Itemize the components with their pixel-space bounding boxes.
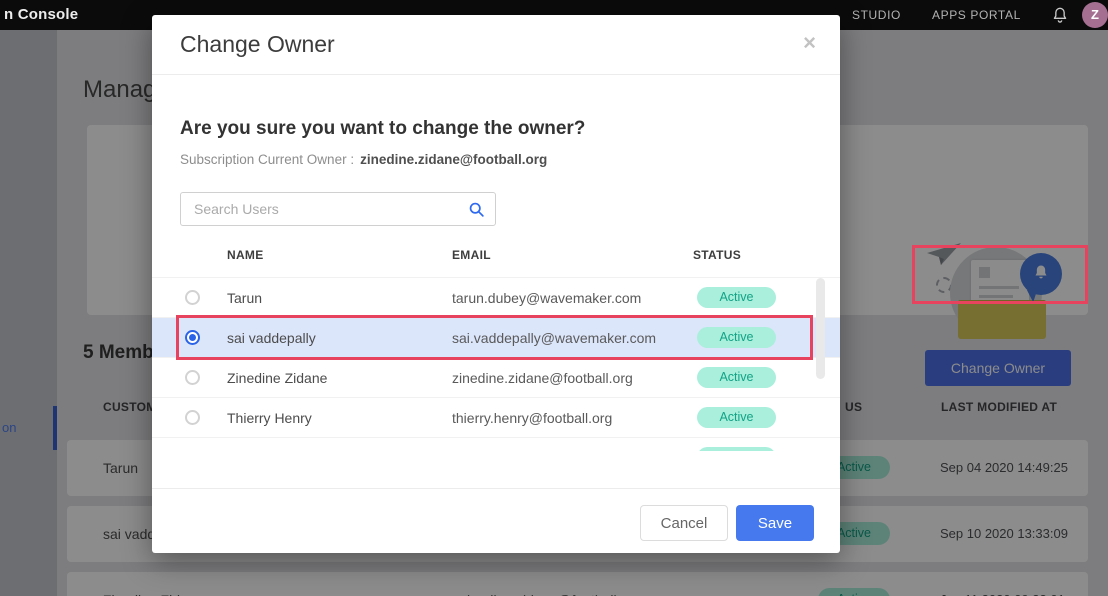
user-row-zinedine-zidane[interactable]: Zinedine Zidane zinedine.zidane@football… <box>152 357 840 397</box>
status-badge <box>697 447 776 451</box>
search-box <box>180 192 496 226</box>
save-button[interactable]: Save <box>736 505 814 541</box>
app-brand: n Console <box>4 0 78 30</box>
change-owner-modal: Change Owner × Are you sure you want to … <box>152 15 840 553</box>
user-name: sai vaddepally <box>227 318 316 358</box>
user-row-tarun[interactable]: Tarun tarun.dubey@wavemaker.com Active <box>152 277 840 317</box>
radio-unselected[interactable] <box>185 370 200 385</box>
nav-studio[interactable]: STUDIO <box>852 0 901 30</box>
user-row-partial[interactable] <box>152 437 840 451</box>
user-name: Zinedine Zidane <box>227 358 327 398</box>
status-badge: Active <box>697 407 776 428</box>
user-name: Thierry Henry <box>227 398 312 438</box>
search-input[interactable] <box>181 193 495 225</box>
col-email: EMAIL <box>452 248 491 262</box>
user-email: thierry.henry@football.org <box>452 398 612 438</box>
user-name: Tarun <box>227 278 262 318</box>
user-row-thierry-henry[interactable]: Thierry Henry thierry.henry@football.org… <box>152 397 840 437</box>
confirmation-question: Are you sure you want to change the owne… <box>180 118 585 140</box>
user-list: Tarun tarun.dubey@wavemaker.com Active s… <box>152 277 840 451</box>
status-badge: Active <box>697 327 776 348</box>
user-email: zinedine.zidane@football.org <box>452 358 633 398</box>
current-owner-line: Subscription Current Owner : zinedine.zid… <box>180 152 547 167</box>
close-icon[interactable]: × <box>803 32 816 54</box>
modal-header: Change Owner × <box>152 15 840 75</box>
radio-selected[interactable] <box>185 330 200 345</box>
radio-unselected[interactable] <box>185 290 200 305</box>
radio-unselected[interactable] <box>185 410 200 425</box>
col-status: STATUS <box>693 248 741 262</box>
scrollbar-thumb[interactable] <box>816 278 825 379</box>
cancel-button[interactable]: Cancel <box>640 505 728 541</box>
status-badge: Active <box>697 367 776 388</box>
user-avatar[interactable]: Z <box>1082 2 1108 28</box>
user-email: sai.vaddepally@wavemaker.com <box>452 318 656 358</box>
user-email: tarun.dubey@wavemaker.com <box>452 278 641 318</box>
notifications-bell-icon[interactable] <box>1050 5 1070 25</box>
user-row-sai-vaddepally[interactable]: sai vaddepally sai.vaddepally@wavemaker.… <box>152 317 840 357</box>
status-badge: Active <box>697 287 776 308</box>
current-owner-email: zinedine.zidane@football.org <box>360 152 547 167</box>
current-owner-label: Subscription Current Owner : <box>180 152 354 167</box>
screen: n Console STUDIO APPS PORTAL Z on Manag <box>0 0 1108 596</box>
modal-title: Change Owner <box>180 31 335 58</box>
user-table-header: NAME EMAIL STATUS <box>152 248 840 278</box>
footer-divider <box>152 488 840 489</box>
nav-apps-portal[interactable]: APPS PORTAL <box>932 0 1021 30</box>
search-icon[interactable] <box>468 201 485 218</box>
col-name: NAME <box>227 248 264 262</box>
